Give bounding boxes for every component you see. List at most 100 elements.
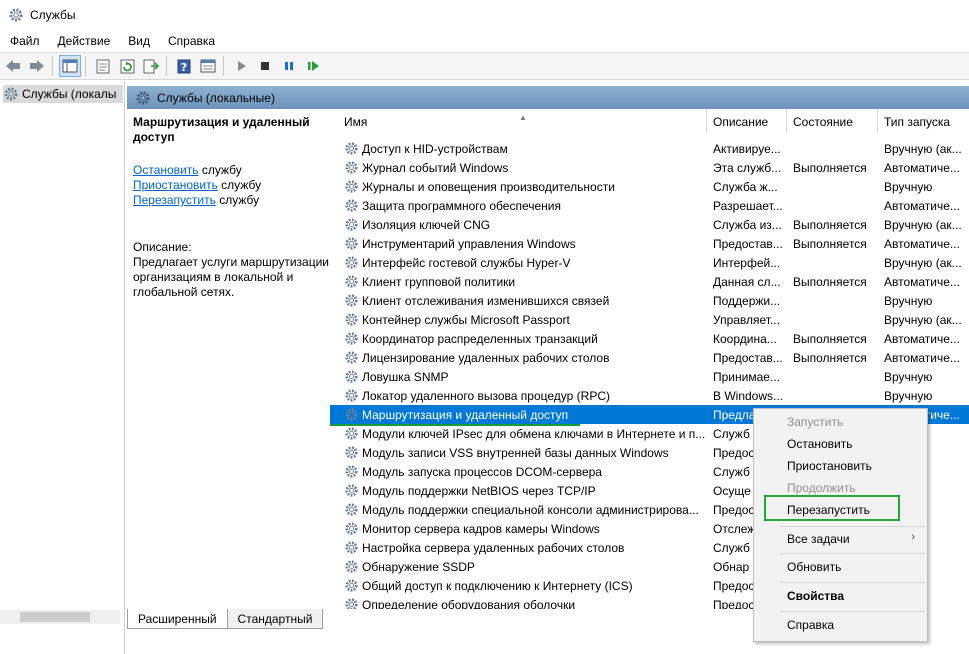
menu-view[interactable]: Вид — [118, 30, 158, 52]
service-name-cell: Координатор распределенных транзакций — [330, 331, 707, 346]
menu-all-tasks[interactable]: Все задачи — [787, 529, 850, 549]
context-menu: Запустить Остановить Приостановить Продо… — [753, 408, 928, 642]
service-gear-icon — [345, 560, 358, 573]
properties-icon[interactable] — [92, 55, 114, 77]
menu-refresh[interactable]: Обновить — [787, 557, 841, 577]
service-name: Журнал событий Windows — [362, 160, 509, 175]
service-name: Общий доступ к подключению к Интернету (… — [362, 578, 633, 593]
service-name-cell: Защита программного обеспечения — [330, 198, 707, 213]
service-startup-type: Вручную — [884, 179, 933, 194]
service-name-cell: Лицензирование удаленных рабочих столов — [330, 350, 707, 365]
help-icon[interactable]: ? — [173, 55, 195, 77]
service-state: Выполняется — [793, 350, 867, 365]
table-row[interactable]: Клиент отслеживания изменившихся связей П… — [330, 291, 969, 310]
service-gear-icon — [345, 484, 358, 497]
service-name-cell: Изоляция ключей CNG — [330, 217, 707, 232]
column-state[interactable]: Состояние — [787, 109, 878, 133]
table-row[interactable]: Клиент групповой политики Данная сл... Вып… — [330, 272, 969, 291]
menu-file[interactable]: Файл — [0, 30, 48, 52]
service-name: Ловушка SNMP — [362, 369, 449, 384]
pause-service-link[interactable]: Приостановить — [133, 178, 218, 192]
service-startup-type: Вручную (ак... — [884, 141, 962, 156]
table-row[interactable]: Доступ к HID-устройствам Активируе... Вруч… — [330, 139, 969, 158]
forward-arrow-icon[interactable] — [26, 55, 48, 77]
menu-pause[interactable]: Приостановить — [787, 456, 872, 476]
export-list-icon[interactable] — [140, 55, 162, 77]
service-startup-type: Автоматиче... — [884, 274, 960, 289]
pause-icon[interactable] — [278, 55, 300, 77]
service-gear-icon — [345, 332, 358, 345]
service-description: Данная сл... — [713, 274, 781, 289]
table-row[interactable]: Защита программного обеспечения Разрешает… — [330, 196, 969, 215]
play-icon[interactable] — [230, 55, 252, 77]
column-startup-type[interactable]: Тип запуска — [878, 109, 969, 133]
column-name[interactable]: Имя ▲ — [330, 109, 707, 133]
gear-icon — [9, 8, 23, 22]
tab-extended[interactable]: Расширенный — [127, 609, 228, 629]
menu-help[interactable]: Справка — [787, 615, 834, 635]
service-name: Журналы и оповещения производительности — [362, 179, 615, 194]
menu-start[interactable]: Запустить — [787, 412, 843, 432]
view-icon[interactable] — [197, 55, 219, 77]
menu-help[interactable]: Справка — [158, 30, 223, 52]
service-name-cell: Обнаружение SSDP — [330, 559, 707, 574]
service-gear-icon — [345, 503, 358, 516]
menu-properties[interactable]: Свойства — [787, 586, 844, 606]
service-name: Изоляция ключей CNG — [362, 217, 491, 232]
service-name: Защита программного обеспечения — [362, 198, 561, 213]
service-name: Контейнер службы Microsoft Passport — [362, 312, 570, 327]
tree-horizontal-scrollbar[interactable] — [0, 610, 120, 624]
tree-item-label: Службы (локалы — [22, 87, 117, 101]
column-description[interactable]: Описание — [707, 109, 787, 133]
refresh-icon[interactable] — [116, 55, 138, 77]
title-bar: Службы — [0, 0, 969, 30]
table-row[interactable]: Лицензирование удаленных рабочих столов П… — [330, 348, 969, 367]
service-name: Модуль записи VSS внутренней базы данных… — [362, 445, 669, 460]
service-gear-icon — [345, 351, 358, 364]
table-row[interactable]: Координатор распределенных транзакций Коо… — [330, 329, 969, 348]
table-row[interactable]: Изоляция ключей CNG Служба из... Выполняет… — [330, 215, 969, 234]
back-arrow-icon[interactable] — [2, 55, 24, 77]
column-name-label: Имя — [344, 115, 368, 129]
service-gear-icon — [345, 180, 358, 193]
service-gear-icon — [345, 408, 358, 421]
service-name-cell: Журнал событий Windows — [330, 160, 707, 175]
menu-action[interactable]: Действие — [48, 30, 119, 52]
list-header: Имя ▲ Описание Состояние Тип запуска — [330, 109, 969, 133]
menu-stop[interactable]: Остановить — [787, 434, 853, 454]
toolbar-separator — [166, 56, 167, 76]
stop-icon[interactable] — [254, 55, 276, 77]
table-row[interactable]: Ловушка SNMP Принимае... Вручную — [330, 367, 969, 386]
extended-description-pane: Маршрутизация и удаленный доступ Останов… — [127, 109, 330, 609]
gear-icon — [136, 91, 150, 104]
service-name-cell: Монитор сервера кадров камеры Windows — [330, 521, 707, 536]
resume-icon[interactable] — [302, 55, 324, 77]
tree-item-services-local[interactable]: Службы (локалы — [3, 85, 123, 103]
restart-service-link[interactable]: Перезапустить — [133, 193, 216, 207]
toolbar-separator — [52, 56, 53, 76]
scrollbar-thumb[interactable] — [20, 612, 90, 622]
service-startup-type: Вручную (ак... — [884, 312, 962, 327]
service-description: Эта служб... — [713, 160, 782, 175]
table-row[interactable]: Локатор удаленного вызова процедур (RPC)… — [330, 386, 969, 405]
table-row[interactable]: Контейнер службы Microsoft Passport Управ… — [330, 310, 969, 329]
service-gear-icon — [345, 598, 358, 609]
table-row[interactable]: Инструментарий управления Windows Предост… — [330, 234, 969, 253]
service-gear-icon — [345, 465, 358, 478]
service-name: Координатор распределенных транзакций — [362, 331, 598, 346]
service-name-cell: Ловушка SNMP — [330, 369, 707, 384]
table-row[interactable]: Журнал событий Windows Эта служб... Выполн… — [330, 158, 969, 177]
table-row[interactable]: Интерфейс гостевой службы Hyper-V Интерфе… — [330, 253, 969, 272]
table-row[interactable]: Журналы и оповещения производительности С… — [330, 177, 969, 196]
service-name: Определение оборудования оболочки — [362, 597, 576, 610]
service-name: Маршрутизация и удаленный доступ — [362, 407, 569, 422]
service-gear-icon — [345, 275, 358, 288]
tab-standard[interactable]: Стандартный — [226, 609, 324, 629]
service-gear-icon — [345, 446, 358, 459]
service-gear-icon — [345, 522, 358, 535]
service-name-cell: Определение оборудования оболочки — [330, 597, 707, 609]
service-name-cell: Журналы и оповещения производительности — [330, 179, 707, 194]
stop-service-link[interactable]: Остановить — [133, 163, 199, 177]
toolbar: ? — [0, 52, 969, 80]
console-tree-icon[interactable] — [59, 55, 81, 77]
